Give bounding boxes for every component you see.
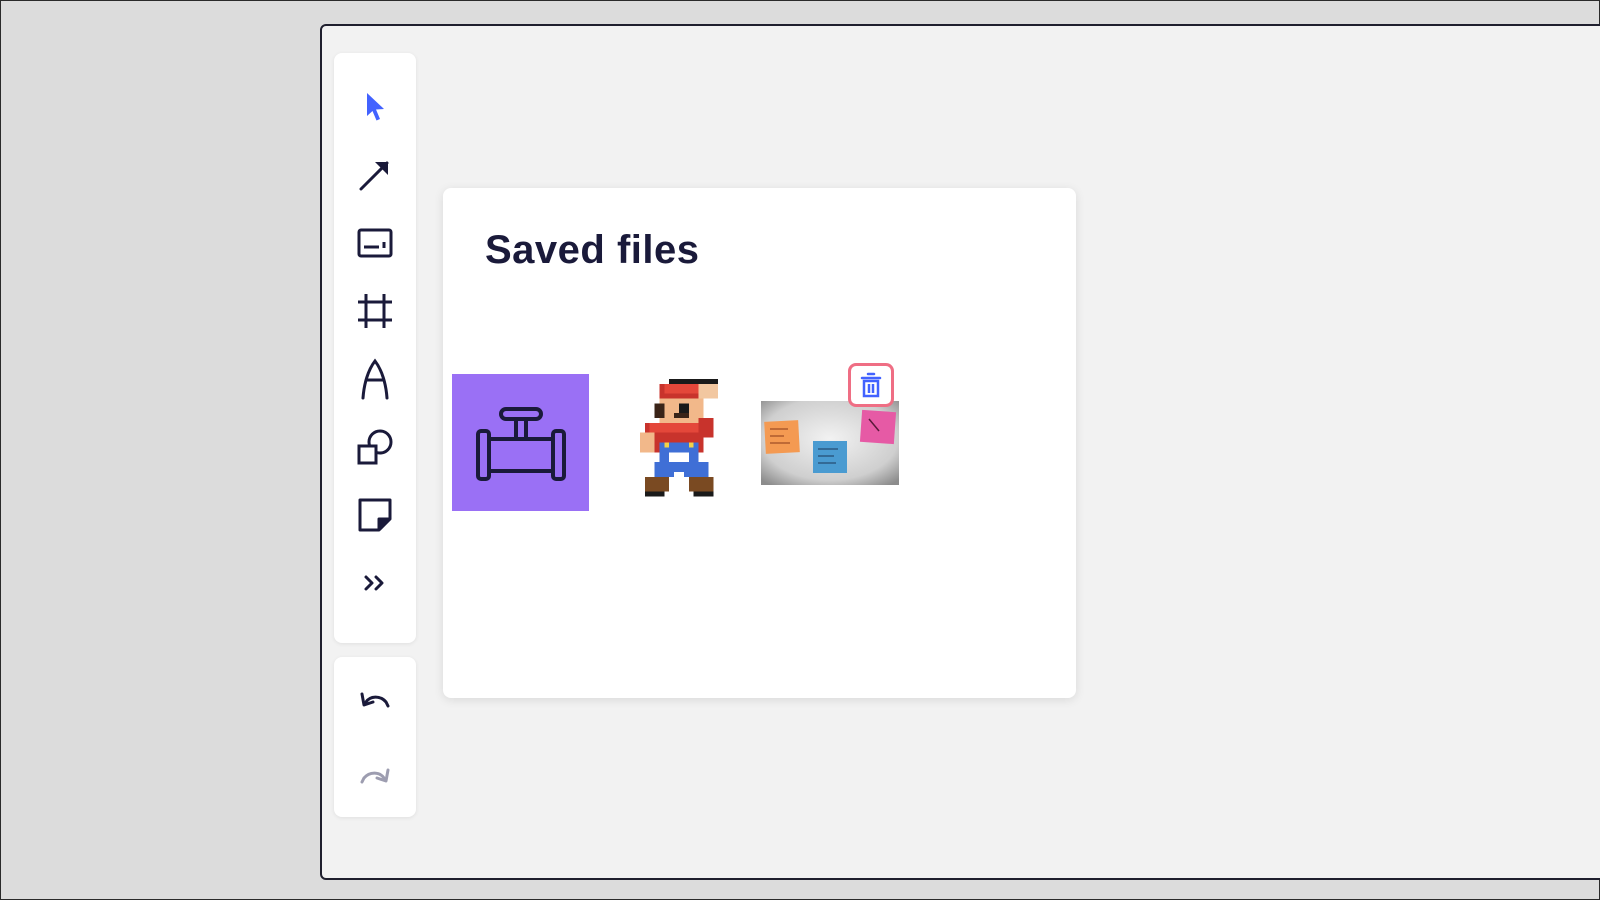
file-thumbnail-photo[interactable] (761, 401, 899, 485)
chevrons-right-icon (364, 575, 384, 591)
sticky-note-icon (358, 498, 392, 532)
redo-icon (360, 768, 390, 784)
undo-button[interactable] (351, 679, 399, 727)
select-tool-button[interactable] (351, 83, 399, 131)
arrow-line-icon (359, 161, 389, 191)
pixel-sprite-image (639, 378, 719, 497)
panel-title: Saved files (485, 228, 700, 272)
frame-tool-button[interactable] (351, 287, 399, 335)
file-thumbnail-pipe[interactable] (452, 374, 589, 511)
text-tool-button[interactable] (351, 219, 399, 267)
shapes-tool-button[interactable] (351, 423, 399, 471)
history-toolbar (334, 657, 416, 817)
cursor-arrow-icon (367, 93, 384, 121)
pen-icon (361, 358, 389, 400)
undo-icon (360, 692, 390, 708)
pipe-icon (475, 406, 566, 481)
redo-button[interactable] (351, 755, 399, 803)
saved-files-panel: Saved files (443, 188, 1076, 698)
more-tools-button[interactable] (351, 559, 399, 607)
sticky-notes-photo-image (761, 401, 899, 485)
arrow-tool-button[interactable] (351, 151, 399, 199)
sticky-note-tool-button[interactable] (351, 491, 399, 539)
delete-file-button[interactable] (848, 363, 894, 407)
trash-icon (860, 372, 882, 398)
shapes-icon (357, 429, 393, 465)
frame-icon (358, 294, 392, 328)
text-box-icon (357, 228, 393, 258)
file-thumbnail-sprite[interactable] (629, 374, 729, 511)
main-toolbar (334, 53, 416, 643)
pen-tool-button[interactable] (351, 355, 399, 403)
